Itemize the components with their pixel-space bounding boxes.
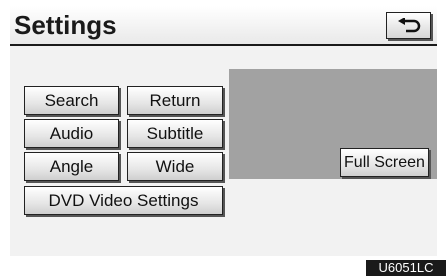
page-title: Settings	[14, 10, 117, 40]
full-screen-button[interactable]: Full Screen	[340, 148, 429, 177]
settings-screen: Settings Search Return Audio Subtitle An…	[10, 6, 437, 256]
search-button[interactable]: Search	[24, 86, 119, 115]
wide-button[interactable]: Wide	[127, 152, 223, 181]
dvd-video-settings-button[interactable]: DVD Video Settings	[24, 186, 223, 215]
return-arrow-icon	[397, 17, 420, 32]
header-bar: Settings	[10, 6, 437, 46]
audio-button[interactable]: Audio	[24, 119, 119, 148]
return-button[interactable]: Return	[127, 86, 223, 115]
angle-button[interactable]: Angle	[24, 152, 119, 181]
figure-code-label: U6051LC	[366, 260, 446, 276]
subtitle-button[interactable]: Subtitle	[127, 119, 223, 148]
back-button[interactable]	[386, 12, 431, 39]
